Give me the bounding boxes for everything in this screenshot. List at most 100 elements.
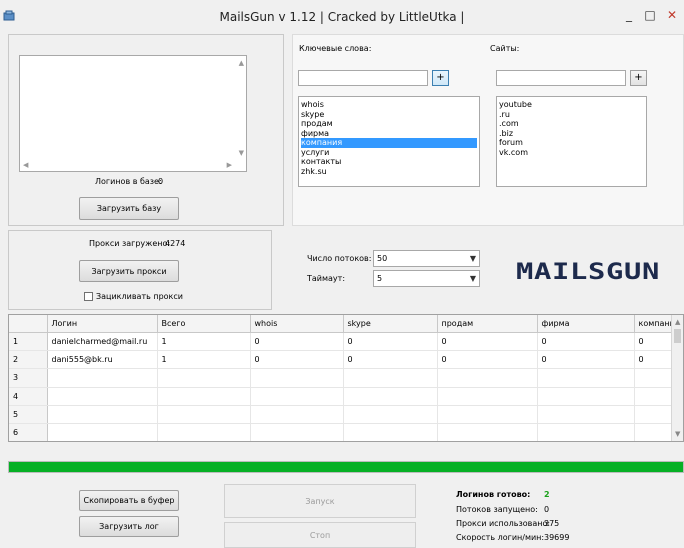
- timeout-value: 5: [377, 274, 383, 283]
- keyword-item[interactable]: skype: [301, 110, 477, 120]
- column-header[interactable]: Всего: [157, 315, 251, 333]
- threads-select[interactable]: 50 ▼: [373, 250, 480, 267]
- ready-logins-value: 2: [544, 490, 550, 499]
- column-header[interactable]: [9, 315, 48, 333]
- site-input[interactable]: [496, 70, 626, 86]
- column-header[interactable]: продам: [437, 315, 538, 333]
- chevron-down-icon: ▼: [469, 254, 476, 263]
- table-cell: [343, 387, 438, 406]
- table-cell: [157, 368, 251, 388]
- scrollbar-thumb[interactable]: [674, 329, 681, 343]
- table-cell: [250, 368, 344, 388]
- table-cell: [250, 405, 344, 424]
- threads-running-label: Потоков запущено:: [456, 505, 538, 514]
- start-button[interactable]: Запуск: [224, 484, 416, 518]
- minimize-button[interactable]: _: [618, 8, 640, 26]
- table-row[interactable]: 1 danielcharmed@mail.ru 1 0 0 0 0 0: [9, 332, 680, 352]
- keyword-item[interactable]: контакты: [301, 157, 477, 167]
- table-cell: 1: [157, 332, 251, 352]
- timeout-select[interactable]: 5 ▼: [373, 270, 480, 287]
- keyword-item[interactable]: zhk.su: [301, 167, 477, 177]
- add-site-button[interactable]: +: [630, 70, 647, 86]
- site-item[interactable]: .com: [499, 119, 644, 129]
- table-row[interactable]: 4: [9, 387, 680, 406]
- threads-running-value: 0: [544, 505, 550, 514]
- keyword-item[interactable]: услуги: [301, 148, 477, 158]
- add-keyword-button[interactable]: +: [432, 70, 449, 86]
- threads-label: Число потоков:: [307, 254, 372, 263]
- table-cell: 0: [537, 332, 635, 352]
- copy-to-clipboard-button[interactable]: Скопировать в буфер: [79, 490, 179, 511]
- table-cell: 0: [437, 350, 538, 370]
- close-button[interactable]: ✕: [660, 8, 684, 26]
- table-cell: [537, 405, 635, 424]
- site-item[interactable]: forum: [499, 138, 644, 148]
- site-item[interactable]: .biz: [499, 129, 644, 139]
- logo-text: MAILSGUN: [516, 260, 660, 285]
- scroll-up-icon[interactable]: ▲: [675, 318, 680, 326]
- scroll-down-icon[interactable]: ▼: [239, 149, 244, 157]
- keyword-input[interactable]: [298, 70, 428, 86]
- column-header[interactable]: whois: [250, 315, 344, 333]
- loop-proxy-checkbox[interactable]: [84, 292, 93, 301]
- row-header: 1: [9, 332, 48, 352]
- table-cell: [250, 423, 344, 441]
- proxy-used-label: Прокси использовано:: [456, 519, 551, 528]
- row-header: 4: [9, 387, 48, 406]
- table-cell: danielcharmed@mail.ru: [47, 332, 158, 352]
- keywords-list[interactable]: whois skype продам фирма компания услуги конта…: [298, 96, 480, 187]
- progress-fill: [9, 462, 683, 472]
- site-item[interactable]: .ru: [499, 110, 644, 120]
- load-database-button[interactable]: Загрузить базу: [79, 197, 179, 220]
- table-row[interactable]: 2 dani555@bk.ru 1 0 0 0 0 0: [9, 350, 680, 370]
- table-cell: [157, 387, 251, 406]
- table-cell: [47, 423, 158, 441]
- keyword-item[interactable]: компания: [301, 138, 477, 148]
- row-header: 6: [9, 423, 48, 441]
- keyword-item[interactable]: whois: [301, 100, 477, 110]
- table-cell: 0: [250, 332, 344, 352]
- table-cell: [47, 368, 158, 388]
- table-cell: 0: [343, 350, 438, 370]
- table-row[interactable]: 5: [9, 405, 680, 424]
- table-cell: [47, 405, 158, 424]
- table-cell: [437, 423, 538, 441]
- load-proxy-button[interactable]: Загрузить прокси: [79, 260, 179, 282]
- table-cell: 1: [157, 350, 251, 370]
- table-cell: dani555@bk.ru: [47, 350, 158, 370]
- row-header: 2: [9, 350, 48, 370]
- scroll-left-icon[interactable]: ◀: [23, 161, 28, 169]
- logins-count-label: Логинов в базе:: [95, 177, 162, 186]
- table-row[interactable]: 6: [9, 423, 680, 441]
- site-item[interactable]: youtube: [499, 100, 644, 110]
- table-cell: [343, 405, 438, 424]
- table-row[interactable]: 3: [9, 368, 680, 388]
- table-cell: 0: [250, 350, 344, 370]
- row-header: 5: [9, 405, 48, 424]
- column-header[interactable]: skype: [343, 315, 438, 333]
- table-cell: [250, 387, 344, 406]
- table-cell: [537, 387, 635, 406]
- scroll-down-icon[interactable]: ▼: [675, 430, 680, 438]
- threads-value: 50: [377, 254, 388, 263]
- keyword-item[interactable]: фирма: [301, 129, 477, 139]
- database-textarea[interactable]: ▲ ▼ ◀ ▶: [19, 55, 247, 172]
- keyword-item[interactable]: продам: [301, 119, 477, 129]
- stop-button[interactable]: Стоп: [224, 522, 416, 548]
- maximize-button[interactable]: □: [640, 8, 660, 26]
- progress-bar: [8, 461, 684, 473]
- proxy-loaded-label: Прокси загружено:: [89, 239, 171, 248]
- table-cell: [157, 405, 251, 424]
- vertical-scrollbar[interactable]: ▲ ▼: [671, 315, 683, 441]
- column-header[interactable]: Логин: [47, 315, 158, 333]
- sites-list[interactable]: youtube .ru .com .biz forum vk.com: [496, 96, 647, 187]
- column-header[interactable]: фирма: [537, 315, 635, 333]
- results-table[interactable]: Логин Всего whois skype продам фирма компания …: [8, 314, 684, 442]
- mailsgun-logo: MAILSGUN: [514, 255, 664, 285]
- table-cell: [47, 387, 158, 406]
- scroll-up-icon[interactable]: ▲: [239, 59, 244, 67]
- scroll-right-icon[interactable]: ▶: [227, 161, 232, 169]
- row-header: 3: [9, 368, 48, 388]
- site-item[interactable]: vk.com: [499, 148, 644, 158]
- load-log-button[interactable]: Загрузить лог: [79, 516, 179, 537]
